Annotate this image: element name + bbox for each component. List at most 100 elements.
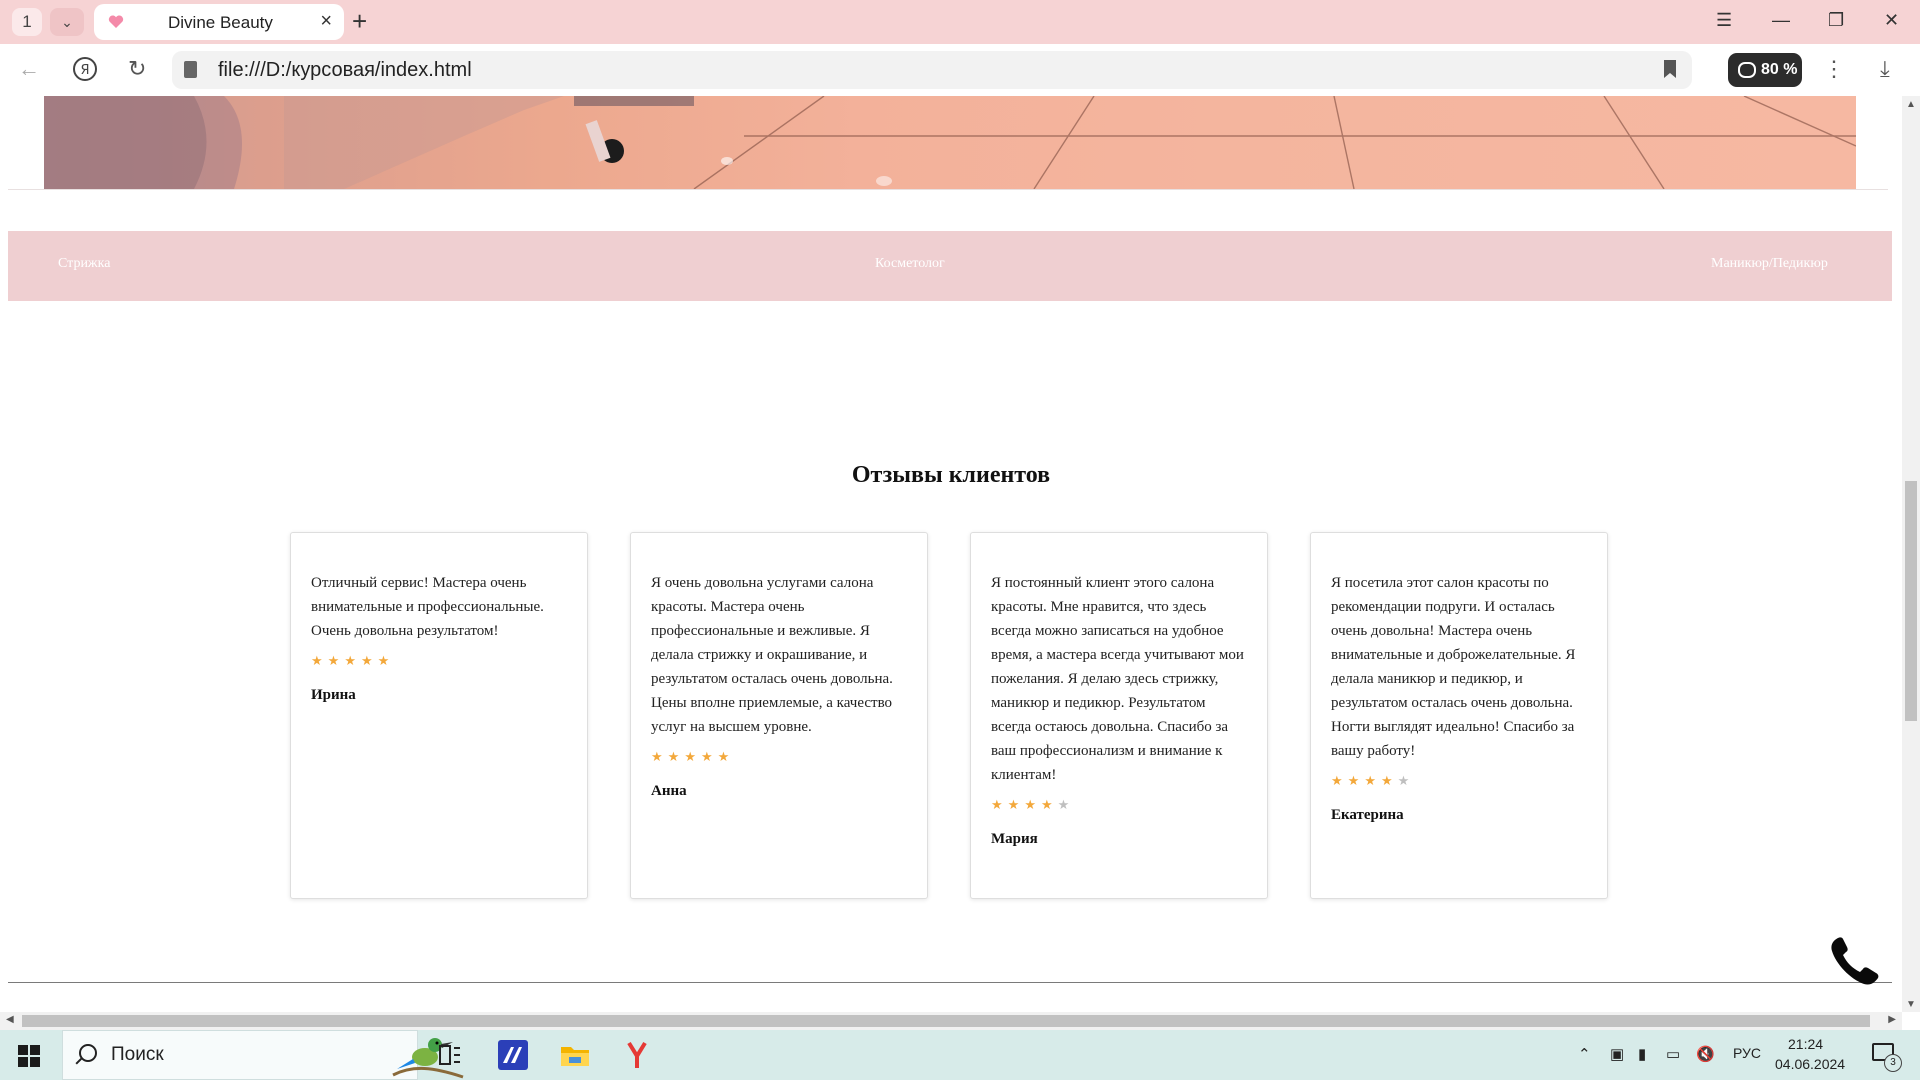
page-icon bbox=[184, 61, 197, 78]
star-empty-icon: ★ bbox=[1057, 797, 1075, 812]
download-icon[interactable]: ⤓ bbox=[1880, 56, 1890, 82]
star-filled-icon: ★ bbox=[327, 653, 345, 668]
reviews-heading: Отзывы клиентов bbox=[851, 462, 1051, 488]
windows-taskbar: Поиск ⌃ ▣ ▮ ▭ 🔇 РУС 21:24 04.06.2024 3 bbox=[0, 1030, 1920, 1080]
scroll-left-arrow-icon[interactable]: ◀ bbox=[6, 1014, 14, 1025]
file-explorer-icon[interactable] bbox=[558, 1038, 592, 1072]
url-text[interactable]: file:///D:/курсовая/index.html bbox=[218, 59, 472, 82]
browser-toolbar: ← Я ↻ file:///D:/курсовая/index.html 80 … bbox=[0, 44, 1920, 97]
search-placeholder: Поиск bbox=[111, 1044, 164, 1065]
address-bar[interactable]: file:///D:/курсовая/index.html bbox=[172, 51, 1692, 89]
star-filled-icon: ★ bbox=[1364, 773, 1381, 788]
active-tab[interactable]: Divine Beauty × bbox=[94, 4, 344, 40]
review-text: Я посетила этот салон красоты по рекомен… bbox=[1331, 575, 1576, 759]
review-card: Я очень довольна услугами салона красоты… bbox=[630, 532, 928, 899]
clock-time[interactable]: 21:24 bbox=[1788, 1036, 1823, 1052]
browser-tab-strip: 1 ⌄ Divine Beauty × + ☰ — ❐ ✕ bbox=[0, 0, 1920, 44]
star-filled-icon: ★ bbox=[360, 653, 378, 668]
star-filled-icon: ★ bbox=[311, 653, 328, 668]
review-rating-stars: ★★★★★ bbox=[1331, 773, 1587, 793]
back-arrow-icon[interactable]: ← bbox=[18, 56, 40, 82]
page-viewport: Стрижка Косметолог Маникюр/Педикюр Отзыв… bbox=[0, 96, 1902, 1012]
review-card: Я посетила этот салон красоты по рекомен… bbox=[1310, 532, 1608, 899]
notification-count-badge: 3 bbox=[1884, 1054, 1902, 1072]
chevron-up-icon[interactable]: ⌃ bbox=[1578, 1045, 1591, 1063]
search-icon bbox=[79, 1044, 97, 1062]
review-card: Я постоянный клиент этого салона красоты… bbox=[970, 532, 1268, 899]
service-link-cosmetologist[interactable]: Косметолог bbox=[875, 256, 945, 272]
horizontal-scrollbar[interactable]: ◀ ▶ bbox=[0, 1012, 1902, 1030]
svg-text:Я: Я bbox=[80, 63, 89, 78]
services-nav: Стрижка Косметолог Маникюр/Педикюр bbox=[8, 231, 1892, 301]
yandex-icon[interactable]: Я bbox=[72, 56, 98, 88]
star-filled-icon: ★ bbox=[684, 749, 701, 764]
review-text: Я постоянный клиент этого салона красоты… bbox=[991, 575, 1244, 783]
star-filled-icon: ★ bbox=[667, 749, 685, 764]
voice-bubble-icon bbox=[1738, 62, 1756, 78]
star-filled-icon: ★ bbox=[1024, 797, 1041, 812]
task-view-icon[interactable] bbox=[432, 1038, 466, 1072]
voice-assistant-button[interactable]: 80 % bbox=[1728, 53, 1802, 87]
network-icon[interactable]: ▭ bbox=[1666, 1045, 1680, 1063]
star-filled-icon: ★ bbox=[344, 653, 361, 668]
star-empty-icon: ★ bbox=[1397, 773, 1415, 788]
yandex-browser-app-icon[interactable] bbox=[620, 1038, 654, 1072]
service-link-haircut[interactable]: Стрижка bbox=[58, 256, 110, 272]
review-rating-stars: ★★★★★ bbox=[311, 653, 567, 673]
close-icon[interactable]: × bbox=[320, 10, 332, 33]
scroll-up-arrow-icon[interactable]: ▲ bbox=[1906, 99, 1916, 110]
review-author: Ирина bbox=[311, 687, 356, 703]
menu-icon[interactable]: ☰ bbox=[1716, 10, 1732, 31]
star-filled-icon: ★ bbox=[1331, 773, 1348, 788]
meet-now-icon[interactable]: ▣ bbox=[1610, 1045, 1624, 1063]
scroll-down-arrow-icon[interactable]: ▼ bbox=[1906, 999, 1916, 1010]
review-rating-stars: ★★★★★ bbox=[991, 797, 1247, 817]
star-filled-icon: ★ bbox=[700, 749, 718, 764]
vertical-scrollbar[interactable]: ▲ ▼ bbox=[1902, 96, 1920, 1012]
battery-icon[interactable]: ▮ bbox=[1638, 1045, 1646, 1063]
reload-icon[interactable]: ↻ bbox=[128, 56, 146, 82]
review-rating-stars: ★★★★★ bbox=[651, 749, 907, 769]
windows-start-icon[interactable] bbox=[18, 1045, 40, 1067]
voice-zoom-label: 80 % bbox=[1761, 61, 1798, 78]
clock-date[interactable]: 04.06.2024 bbox=[1775, 1056, 1845, 1072]
tab-title: Divine Beauty bbox=[168, 13, 273, 32]
scroll-right-arrow-icon[interactable]: ▶ bbox=[1888, 1014, 1896, 1025]
close-window-icon[interactable]: ✕ bbox=[1884, 10, 1899, 31]
star-filled-icon: ★ bbox=[377, 653, 395, 668]
plus-icon[interactable]: + bbox=[352, 6, 367, 36]
star-filled-icon: ★ bbox=[1347, 773, 1365, 788]
chevron-down-icon: ⌄ bbox=[61, 14, 73, 30]
service-link-manicure-pedicure[interactable]: Маникюр/Педикюр bbox=[1711, 256, 1828, 272]
star-filled-icon: ★ bbox=[991, 797, 1008, 812]
review-author: Анна bbox=[651, 783, 687, 799]
footer-divider bbox=[8, 982, 1892, 983]
salon-floor-photo bbox=[44, 96, 1856, 189]
star-filled-icon: ★ bbox=[1040, 797, 1058, 812]
tab-count-button[interactable]: 1 bbox=[12, 8, 42, 36]
review-text: Отличный сервис! Мастера очень вниматель… bbox=[311, 575, 544, 639]
star-filled-icon: ★ bbox=[651, 749, 668, 764]
minimize-icon[interactable]: — bbox=[1772, 10, 1790, 31]
speaker-muted-icon[interactable]: 🔇 bbox=[1696, 1045, 1715, 1063]
review-text: Я очень довольна услугами салона красоты… bbox=[651, 575, 893, 735]
heart-favicon-icon bbox=[108, 15, 124, 28]
review-card: Отличный сервис! Мастера очень вниматель… bbox=[290, 532, 588, 899]
code-editor-app-icon[interactable] bbox=[496, 1038, 530, 1072]
hero-divider bbox=[8, 189, 1888, 190]
bookmark-icon[interactable] bbox=[1664, 60, 1676, 78]
horizontal-scroll-thumb[interactable] bbox=[22, 1015, 1870, 1027]
review-author: Мария bbox=[991, 831, 1038, 847]
input-language[interactable]: РУС bbox=[1733, 1045, 1761, 1061]
star-filled-icon: ★ bbox=[1380, 773, 1398, 788]
taskbar-search-box[interactable]: Поиск bbox=[62, 1030, 464, 1080]
hero-image bbox=[44, 96, 1856, 189]
phone-icon[interactable] bbox=[1828, 934, 1882, 988]
vertical-scroll-thumb[interactable] bbox=[1905, 481, 1917, 721]
restore-icon[interactable]: ❐ bbox=[1828, 10, 1844, 31]
tab-list-button[interactable]: ⌄ bbox=[50, 8, 84, 36]
star-filled-icon: ★ bbox=[717, 749, 735, 764]
star-filled-icon: ★ bbox=[1007, 797, 1025, 812]
review-author: Екатерина bbox=[1331, 807, 1404, 823]
more-vertical-icon[interactable]: ⋮ bbox=[1823, 56, 1845, 82]
